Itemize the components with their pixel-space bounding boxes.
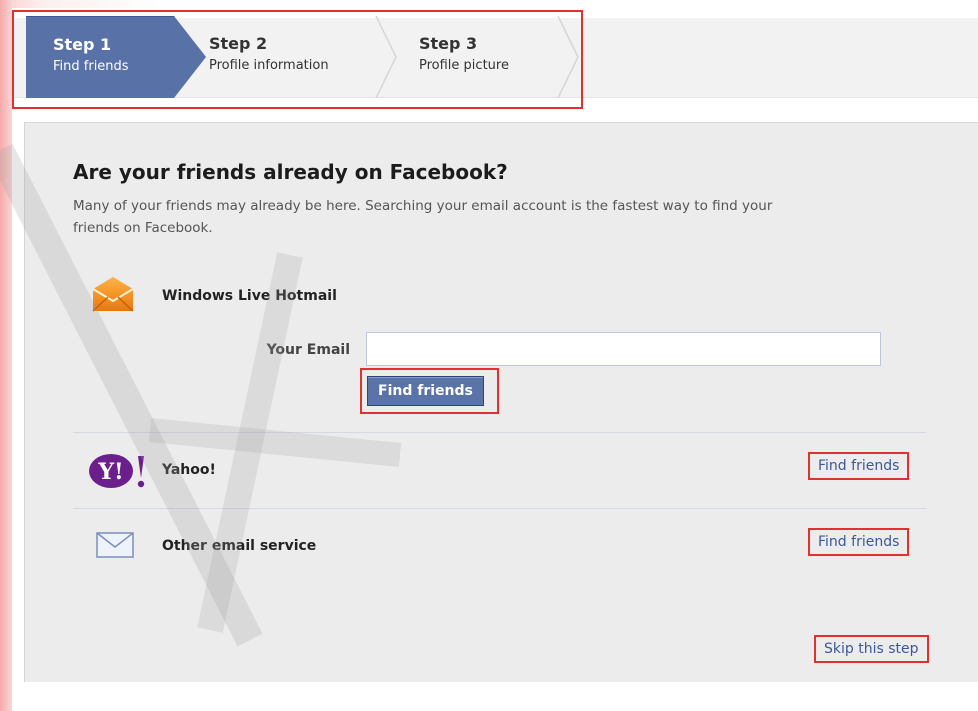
other-find-friends-link[interactable]: Find friends bbox=[808, 528, 910, 556]
hotmail-envelope-icon bbox=[92, 277, 134, 312]
hotmail-provider-name: Windows Live Hotmail bbox=[162, 288, 337, 304]
other-provider-name: Other email service bbox=[162, 538, 317, 554]
skip-step-link[interactable]: Skip this step bbox=[814, 635, 929, 663]
mail-envelope-icon bbox=[96, 532, 134, 558]
yahoo-provider-name: Yahoo! bbox=[162, 462, 216, 478]
svg-text:Y!: Y! bbox=[97, 459, 123, 485]
steps-highlight-box bbox=[12, 10, 583, 109]
email-input[interactable] bbox=[366, 332, 881, 366]
panel-left-border bbox=[24, 122, 25, 682]
page-title: Are your friends already on Facebook? bbox=[73, 160, 508, 184]
provider-divider bbox=[73, 432, 926, 433]
provider-divider bbox=[73, 508, 926, 509]
yahoo-logo-icon: Y! bbox=[89, 454, 145, 488]
hotmail-find-friends-highlight: Find friends bbox=[360, 368, 499, 414]
yahoo-find-friends-link[interactable]: Find friends bbox=[808, 452, 910, 480]
page-description: Many of your friends may already be here… bbox=[73, 198, 773, 236]
your-email-label: Your Email bbox=[266, 342, 350, 358]
hotmail-find-friends-button[interactable]: Find friends bbox=[367, 376, 484, 406]
